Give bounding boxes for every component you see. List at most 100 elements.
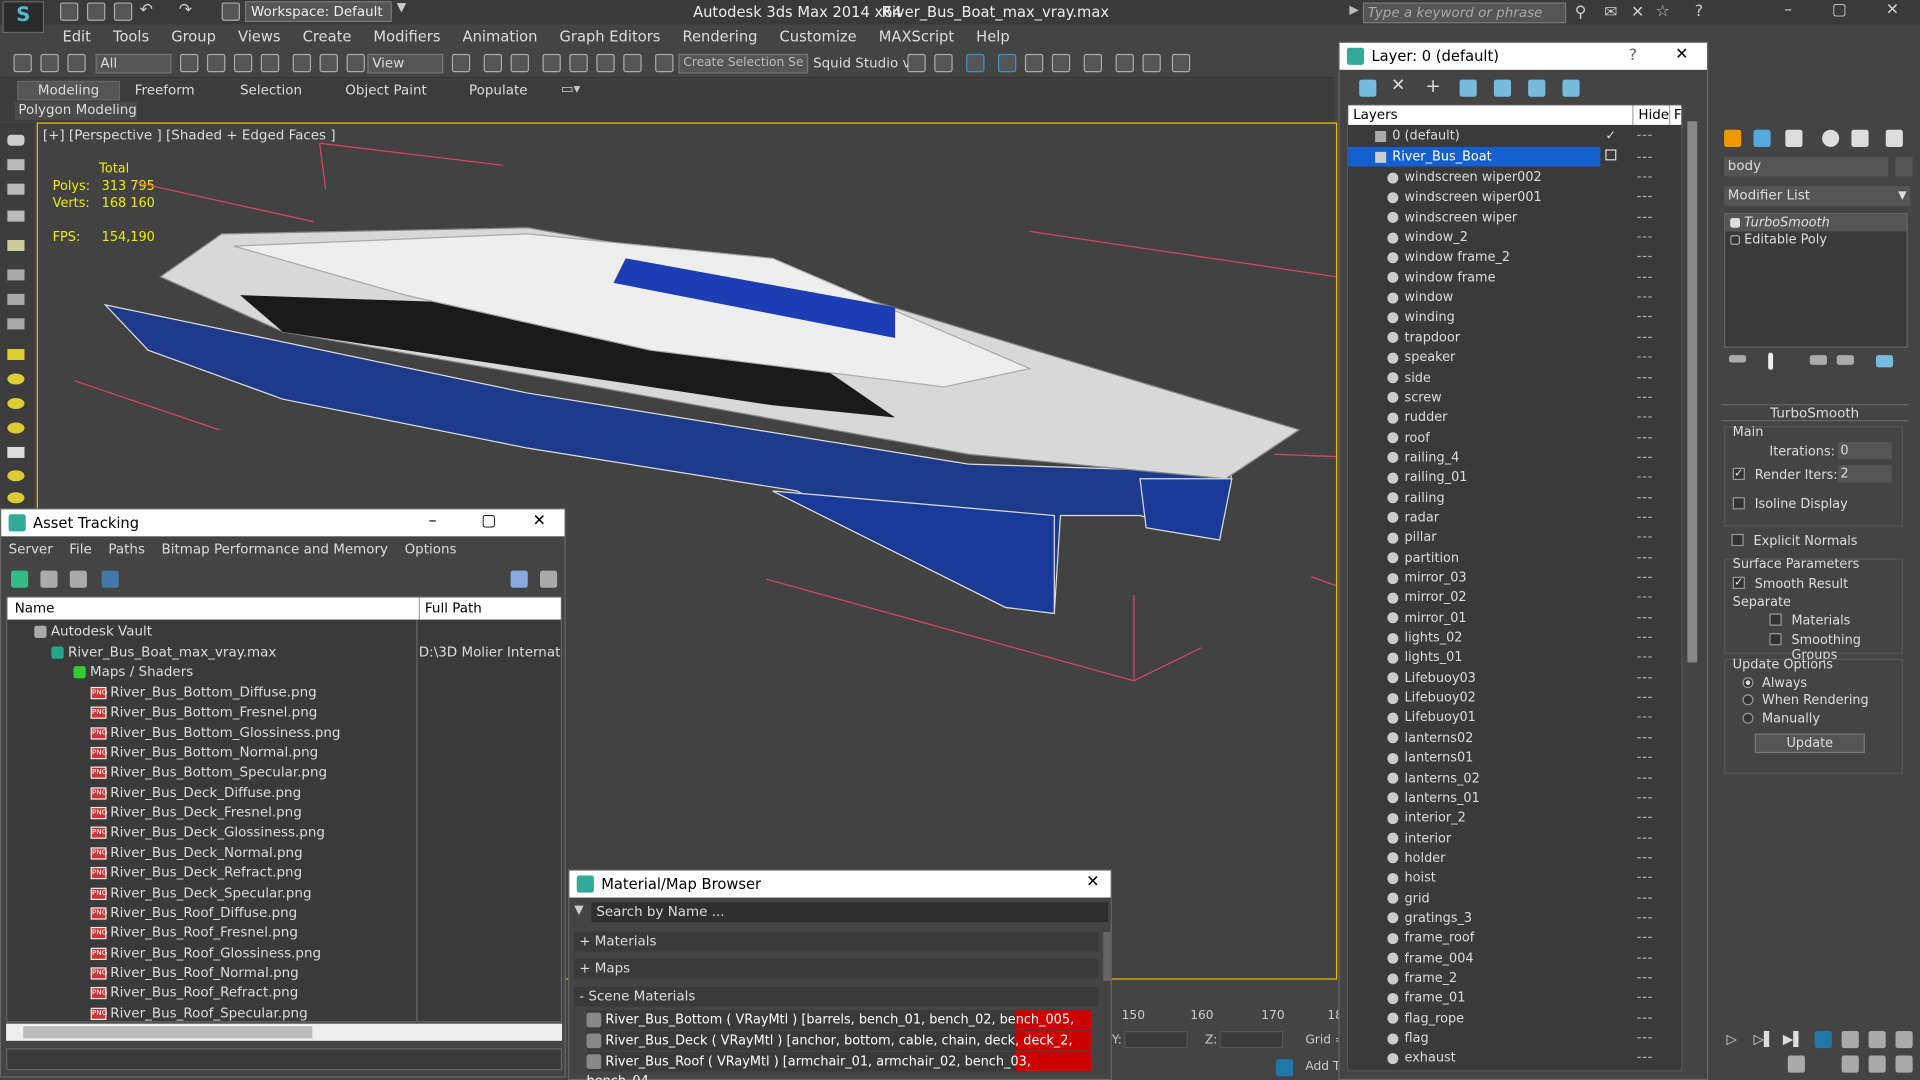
rendered-frame-icon[interactable]: [1142, 53, 1161, 73]
hide-toggle[interactable]: [1637, 236, 1652, 238]
coord-z-input[interactable]: [1219, 1031, 1284, 1049]
hide-toggle[interactable]: [1637, 256, 1652, 258]
layer-object-row[interactable]: railing_01: [1348, 468, 1681, 488]
add-to-layer-icon[interactable]: +: [1425, 75, 1440, 97]
unlink-icon[interactable]: [40, 53, 59, 73]
texture-row[interactable]: PNG River_Bus_Bottom_Glossiness.png: [7, 723, 340, 743]
layer-object-row[interactable]: gratings_3: [1348, 909, 1681, 929]
utilities-tab-icon[interactable]: [1885, 129, 1903, 147]
hide-all-icon[interactable]: [1528, 79, 1546, 97]
tool-11-icon[interactable]: [7, 397, 25, 409]
hide-toggle[interactable]: [1637, 476, 1652, 478]
hide-toggle[interactable]: [1637, 917, 1652, 919]
layer-object-row[interactable]: lights_02: [1348, 628, 1681, 648]
modify-tab-icon[interactable]: [1753, 129, 1771, 147]
hide-toggle[interactable]: [1637, 676, 1652, 679]
object-color-swatch[interactable]: [1895, 156, 1913, 177]
hide-toggle[interactable]: [1637, 196, 1652, 198]
pivot-center-icon[interactable]: [451, 53, 471, 73]
freeze-all-icon[interactable]: [1562, 79, 1580, 97]
render-iters-checkbox[interactable]: ✓: [1732, 467, 1745, 481]
layer-object-row[interactable]: mirror_03: [1348, 568, 1681, 588]
zoom-all-icon[interactable]: [1841, 1031, 1859, 1049]
tool-5-icon[interactable]: [7, 240, 25, 252]
hide-toggle[interactable]: [1637, 276, 1652, 278]
thumbnail-view-icon[interactable]: [69, 570, 87, 588]
tool-15-icon[interactable]: [7, 492, 25, 504]
menu-views[interactable]: Views: [227, 26, 292, 48]
texture-row[interactable]: PNG River_Bus_Deck_Specular.png: [7, 883, 312, 903]
layer-object-row[interactable]: frame_2: [1348, 969, 1681, 989]
hide-toggle[interactable]: [1637, 776, 1652, 779]
configure-sets-icon[interactable]: [1875, 355, 1894, 368]
layer-manager-icon[interactable]: [966, 53, 985, 73]
asset-maximize-icon[interactable]: ▢: [481, 512, 496, 530]
smoothing-groups-checkbox[interactable]: [1769, 633, 1782, 646]
select-by-name-icon[interactable]: [206, 53, 226, 73]
binoculars-icon[interactable]: ⚲: [1575, 4, 1587, 22]
create-tab-icon[interactable]: [1724, 129, 1742, 147]
layer-object-row[interactable]: frame_004: [1348, 949, 1681, 969]
hide-toggle[interactable]: [1637, 716, 1652, 719]
squid-studio-label[interactable]: Squid Studio v: [813, 55, 910, 71]
hide-toggle[interactable]: [1637, 536, 1652, 538]
expand-icon[interactable]: [1730, 235, 1741, 245]
col-hide-header[interactable]: Hide: [1632, 105, 1669, 125]
asset-menu-bitmap[interactable]: Bitmap Performance and Memory: [162, 541, 389, 557]
hide-toggle[interactable]: [1637, 696, 1652, 699]
layer-object-row[interactable]: exhaust: [1348, 1049, 1681, 1069]
asset-settings-icon[interactable]: [540, 570, 558, 588]
texture-row[interactable]: PNG River_Bus_Deck_Glossiness.png: [7, 823, 325, 843]
tool-7-icon[interactable]: [7, 293, 25, 305]
hide-toggle[interactable]: [1637, 857, 1652, 859]
texture-row[interactable]: PNG River_Bus_Roof_Normal.png: [7, 964, 299, 984]
snaps-toggle-icon[interactable]: [542, 53, 561, 73]
zoom-extents-all-icon[interactable]: [1895, 1031, 1913, 1049]
hide-toggle[interactable]: [1637, 436, 1652, 438]
new-file-icon[interactable]: [60, 2, 79, 21]
move-icon[interactable]: [292, 53, 312, 73]
tool-6-icon[interactable]: [7, 269, 25, 281]
layer-close-icon[interactable]: ✕: [1675, 45, 1688, 63]
texture-row[interactable]: PNG River_Bus_Bottom_Fresnel.png: [7, 703, 317, 723]
hide-toggle[interactable]: [1637, 336, 1652, 338]
modifier-list-dropdown[interactable]: Modifier List ▼: [1724, 186, 1911, 206]
texture-row[interactable]: PNG River_Bus_Roof_Refract.png: [7, 984, 298, 1004]
layer-object-row[interactable]: window_2: [1348, 228, 1681, 248]
layer-object-row[interactable]: lanterns_02: [1348, 768, 1681, 788]
percent-snap-icon[interactable]: [596, 53, 615, 73]
menu-modifiers[interactable]: Modifiers: [362, 26, 451, 48]
asset-horizontal-scrollbar[interactable]: [6, 1023, 563, 1041]
hide-toggle[interactable]: [1637, 816, 1652, 819]
mirror-icon[interactable]: [907, 53, 926, 73]
layer-default[interactable]: 0 (default) ✓: [1348, 126, 1681, 146]
scene-materials-group[interactable]: - Scene Materials: [574, 986, 1099, 1007]
hide-toggle[interactable]: [1637, 556, 1652, 558]
layer-object-row[interactable]: pillar: [1348, 528, 1681, 548]
layer-object-row[interactable]: flag: [1348, 1029, 1681, 1049]
layer-object-row[interactable]: lanterns01: [1348, 748, 1681, 768]
asset-menu-file[interactable]: File: [69, 541, 92, 557]
asset-menu-server[interactable]: Server: [9, 541, 53, 557]
hide-toggle[interactable]: [1637, 416, 1652, 418]
tool-13-icon[interactable]: [7, 446, 25, 458]
tool-2-icon[interactable]: [7, 159, 25, 171]
stack-item-editable-poly[interactable]: Editable Poly: [1725, 231, 1906, 248]
maximize-icon[interactable]: ▢: [1832, 1, 1847, 19]
scale-icon[interactable]: [346, 53, 365, 73]
ribbon-tab-freeform[interactable]: Freeform: [135, 82, 195, 98]
list-view-icon[interactable]: [40, 570, 58, 588]
material-item-deck[interactable]: River_Bus_Deck ( VRayMtl ) [anchor, bott…: [586, 1031, 1092, 1068]
field-of-view-icon[interactable]: [1787, 1055, 1805, 1073]
undo-icon[interactable]: ↶: [140, 1, 153, 19]
render-iters-spinner[interactable]: 2: [1837, 465, 1892, 483]
max-file-row[interactable]: River_Bus_Boat_max_vray.max D:\3D Molier …: [7, 643, 561, 663]
show-end-result-icon[interactable]: [1768, 352, 1774, 370]
texture-row[interactable]: PNG River_Bus_Bottom_Normal.png: [7, 743, 318, 763]
render-setup-icon[interactable]: [1115, 53, 1134, 73]
material-search-input[interactable]: Search by Name ...: [591, 902, 1109, 923]
modifier-on-icon[interactable]: [1730, 217, 1741, 228]
layer-object-row[interactable]: mirror_02: [1348, 588, 1681, 608]
hide-toggle[interactable]: [1637, 616, 1652, 618]
graphite-tools-icon[interactable]: [997, 53, 1017, 73]
